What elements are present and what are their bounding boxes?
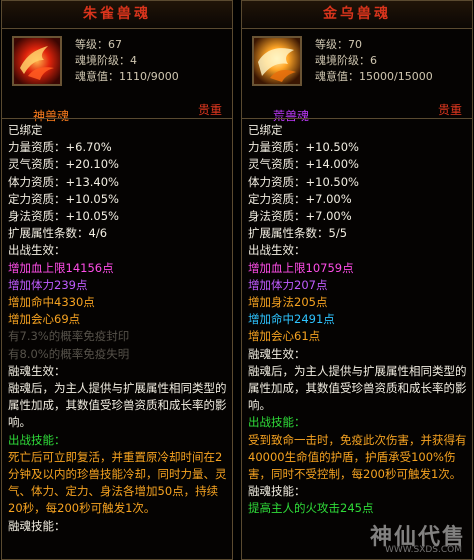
stat-focus: 定力资质：+7.00% (248, 191, 352, 206)
battle-bonus: 增加会心69点 (8, 312, 81, 327)
battle-bonus: 增加体力207点 (248, 277, 328, 292)
battle-effect-heading: 出战生效： (8, 243, 66, 258)
battle-skill-heading: 出战技能： (8, 432, 66, 447)
fuse-skill-heading: 融魂技能： (248, 484, 306, 499)
fuse-effect-text: 融魂后，为主人提供与扩展属性相同类型的属性加成，其数值受珍兽资质和成长率的影响。 (8, 381, 227, 430)
fuse-effect-heading: 融魂生效： (8, 363, 66, 378)
card-title: 金乌兽魂 (242, 1, 472, 29)
watermark-url: WWW.SXDS.COM (384, 545, 462, 555)
fuse-effect-heading: 融魂生效： (248, 346, 306, 361)
battle-bonus: 增加血上限14156点 (8, 260, 114, 275)
battle-skill-text: 死亡后可立即复活，并重置原冷却时间在2分钟及以内的珍兽技能冷却，同时力量、灵气、… (8, 449, 227, 516)
battle-bonus: 增加身法205点 (248, 295, 328, 310)
battle-skill-text: 受到致命一击时，免疫此次伤害，并获得有40000生命值的护盾，护盾承受100%伤… (248, 432, 467, 482)
battle-effect-heading: 出战生效： (248, 243, 306, 258)
battle-bonus: 增加命中2491点 (248, 312, 335, 327)
extension-count: 扩展属性条数：5/5 (248, 226, 348, 241)
extension-count: 扩展属性条数：4/6 (8, 226, 108, 241)
card-title: 朱雀兽魂 (2, 1, 232, 29)
bound-status: 已绑定 (8, 123, 43, 137)
level-text: 等级：70 (315, 38, 362, 51)
bound-status: 已绑定 (248, 123, 283, 137)
stat-vitality: 体力资质：+10.50% (248, 174, 359, 189)
vermilion-bird-icon[interactable] (12, 36, 62, 86)
divider (242, 118, 472, 119)
stat-spirit: 灵气资质：+14.00% (248, 157, 359, 172)
battle-skill-heading: 出战技能： (248, 415, 306, 430)
battle-bonus: 增加会心61点 (248, 329, 321, 344)
pet-soul-card-golden-crow: 金乌兽魂 等级：70 魂境阶级：6 魂意值：15000/15000 荒兽魂 贵重… (241, 0, 473, 560)
level-text: 等级：67 (75, 38, 122, 51)
soul-value-text: 魂意值：1110/9000 (75, 70, 179, 83)
disabled-bonus: 有8.0%的概率免疫失明 (8, 346, 130, 361)
stat-strength: 力量资质：+6.70% (8, 140, 112, 155)
battle-bonus: 增加体力239点 (8, 277, 88, 292)
card-body: 已绑定 力量资质：+6.70% 灵气资质：+20.10% 体力资质：+13.40… (8, 122, 228, 535)
stat-focus: 定力资质：+10.05% (8, 191, 119, 206)
rarity-label: 贵重 (437, 103, 462, 117)
pet-soul-card-vermilion: 朱雀兽魂 等级：67 魂境阶级：4 魂意值：1110/9000 神兽魂 贵重 已… (1, 0, 233, 560)
golden-crow-icon[interactable] (252, 36, 302, 86)
fuse-skill-heading: 融魂技能： (8, 518, 66, 533)
stat-agility: 身法资质：+7.00% (248, 209, 352, 224)
soul-value-text: 魂意值：15000/15000 (315, 70, 433, 83)
battle-bonus: 增加血上限10759点 (248, 260, 354, 275)
battle-bonus: 增加命中4330点 (8, 295, 95, 310)
stat-vitality: 体力资质：+13.40% (8, 174, 119, 189)
stat-strength: 力量资质：+10.50% (248, 140, 359, 155)
stat-spirit: 灵气资质：+20.10% (8, 157, 119, 172)
site-watermark: 神仙代售 WWW.SXDS.COM (318, 513, 468, 555)
divider (2, 118, 232, 119)
card-info: 等级：70 魂境阶级：6 魂意值：15000/15000 (315, 37, 433, 85)
tier-text: 魂境阶级：6 (315, 54, 377, 67)
stat-agility: 身法资质：+10.05% (8, 209, 119, 224)
disabled-bonus: 有7.3%的概率免疫封印 (8, 329, 130, 344)
rarity-label: 贵重 (197, 103, 222, 117)
tier-text: 魂境阶级：4 (75, 54, 137, 67)
card-body: 已绑定 力量资质：+10.50% 灵气资质：+14.00% 体力资质：+10.5… (248, 122, 468, 518)
fuse-effect-text: 融魂后，为主人提供与扩展属性相同类型的属性加成，其数值受珍兽资质和成长率的影响。 (248, 363, 467, 413)
card-info: 等级：67 魂境阶级：4 魂意值：1110/9000 (75, 37, 179, 85)
